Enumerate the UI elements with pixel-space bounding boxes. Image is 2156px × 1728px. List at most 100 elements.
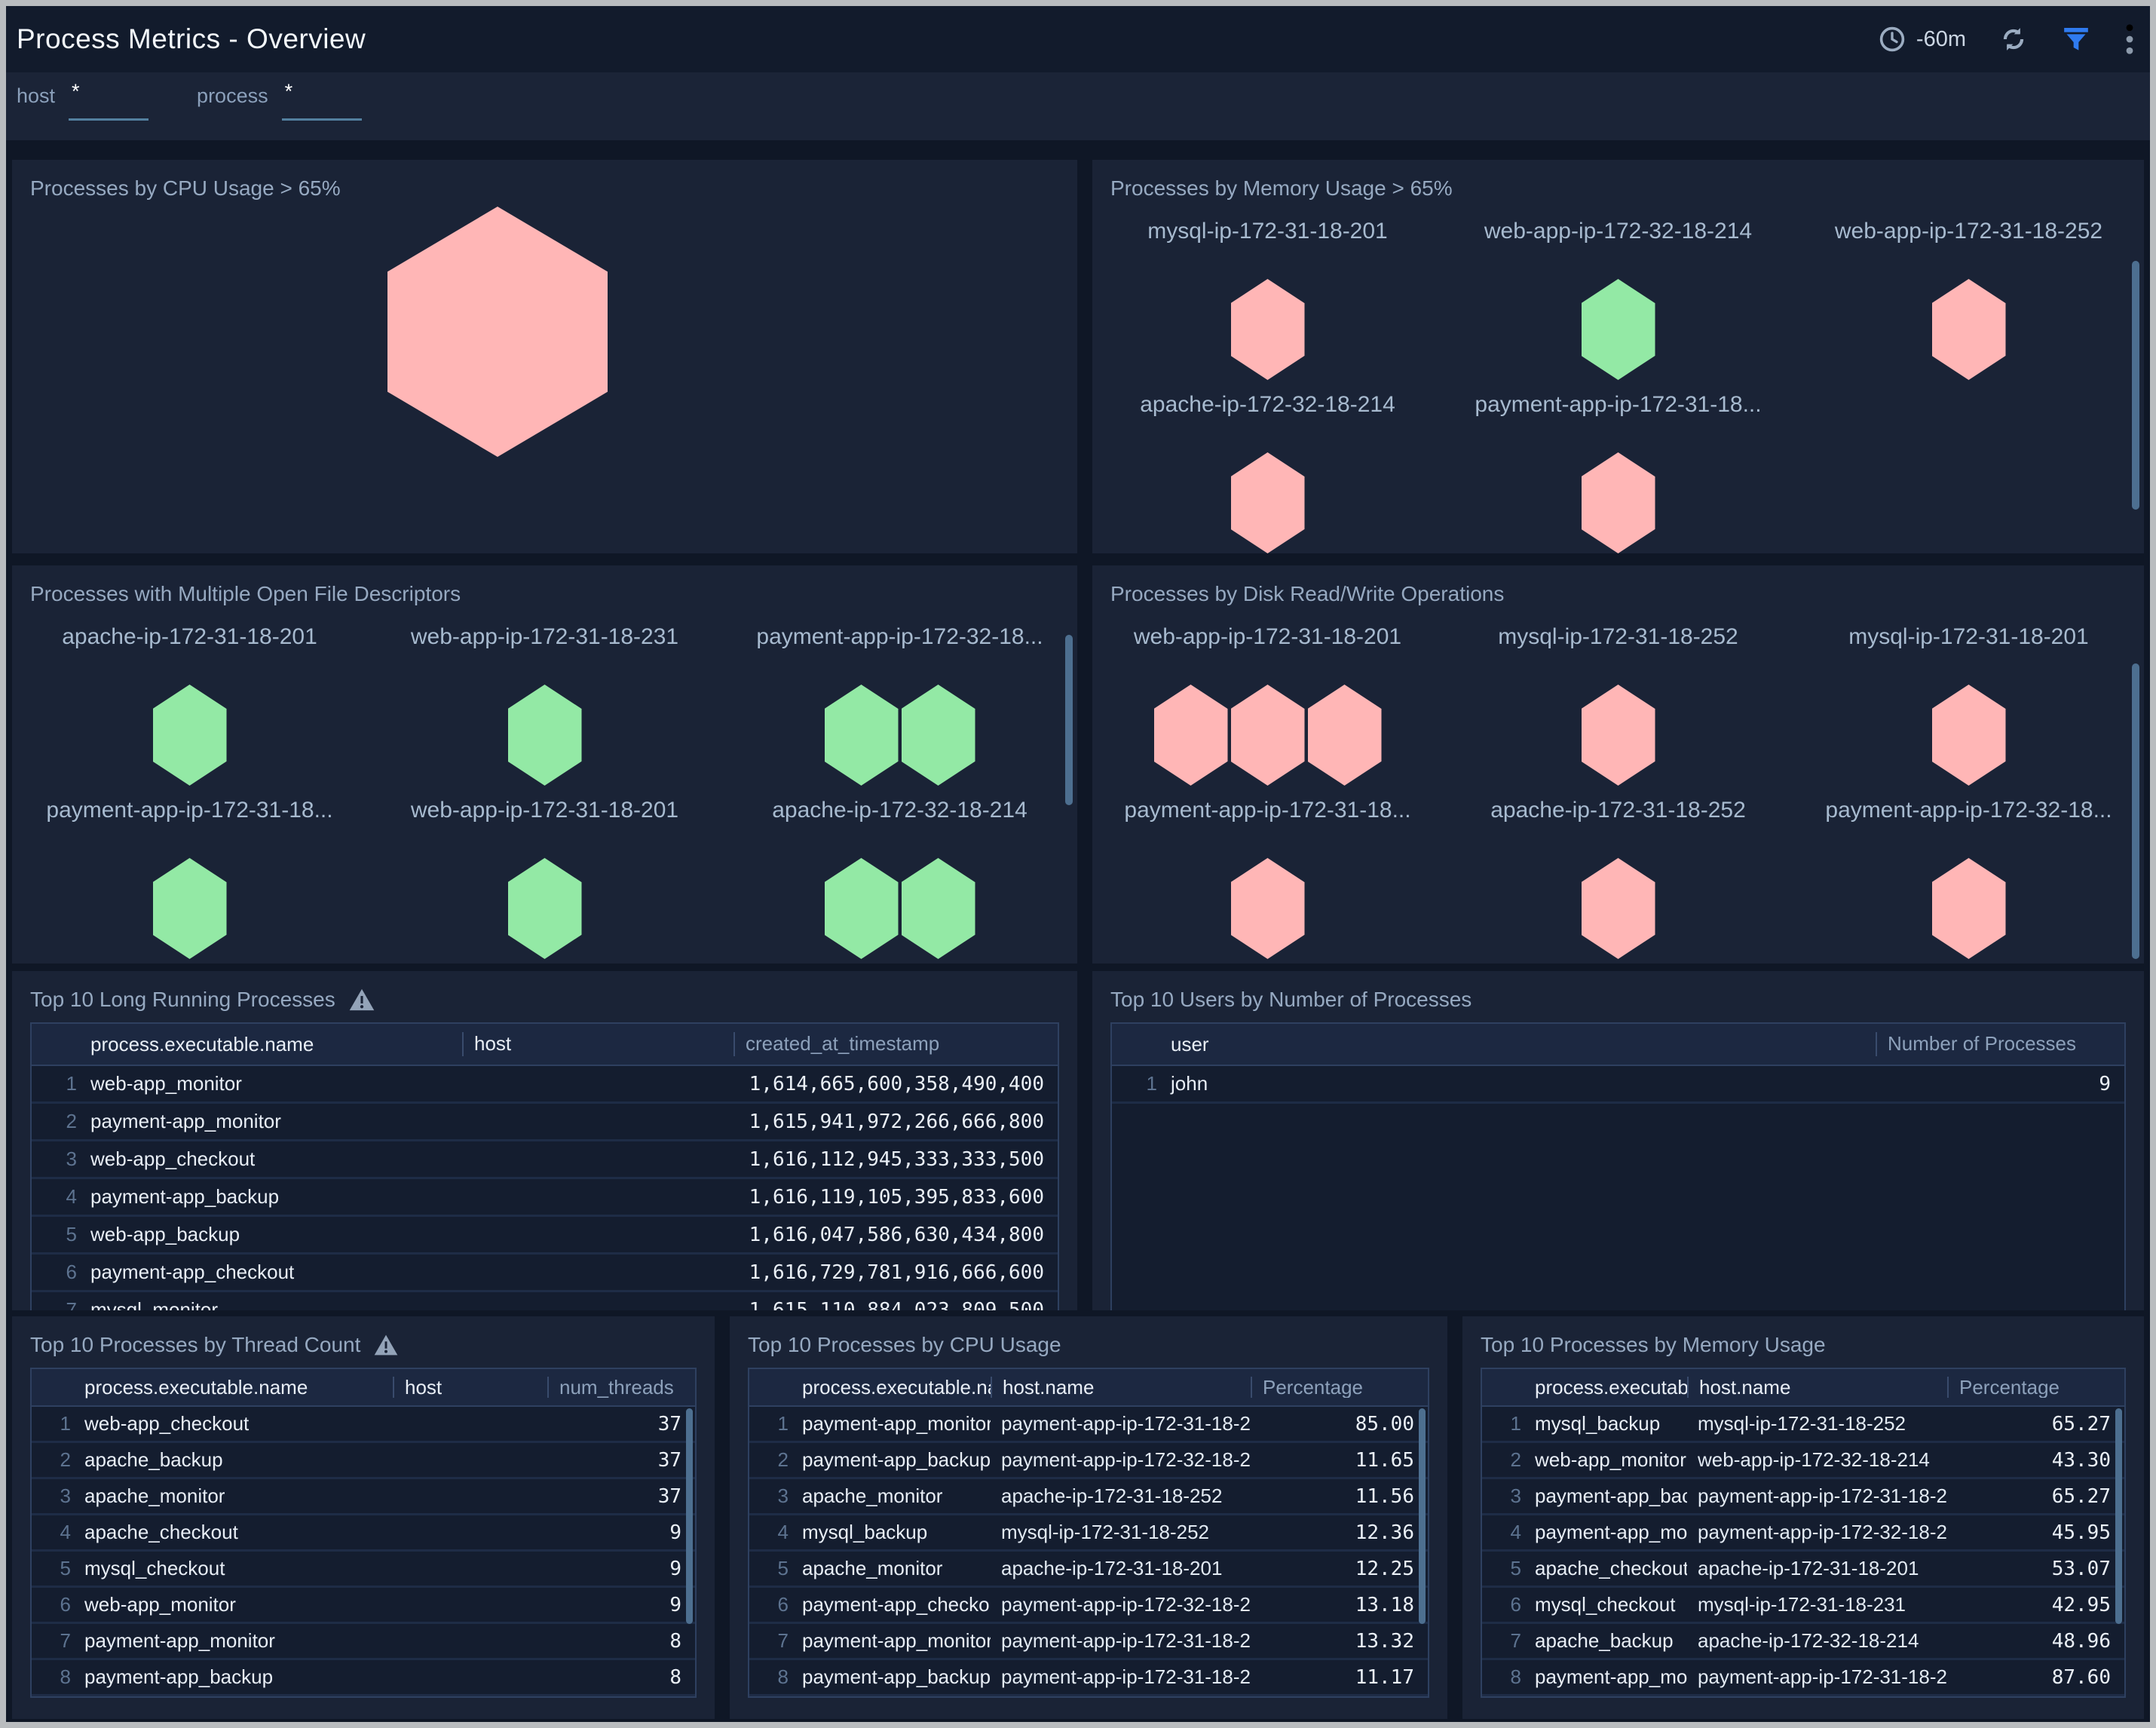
table-row[interactable]: 6web-app_monitor9 — [32, 1588, 695, 1624]
table-row[interactable]: 1web-app_monitor1,614,665,600,358,490,40… — [32, 1066, 1058, 1104]
table-row[interactable]: 5mysql_checkout9 — [32, 1552, 695, 1588]
table-row[interactable]: 1john9 — [1112, 1066, 2124, 1104]
table-cell: 87.60 — [1947, 1666, 2124, 1689]
table-row[interactable]: 3apache_monitorapache-ip-172-31-18-25211… — [749, 1479, 1428, 1515]
table-row[interactable]: 1payment-app_monitorpayment-app-ip-172-3… — [749, 1407, 1428, 1443]
table-row[interactable]: 3apache_monitor37 — [32, 1479, 695, 1515]
hexagon[interactable] — [1154, 685, 1228, 786]
time-range-control[interactable]: -60m — [1879, 26, 1966, 53]
hexagon[interactable] — [902, 685, 975, 786]
column-header[interactable]: process.executable.name — [792, 1376, 991, 1399]
column-header[interactable]: num_threads — [547, 1377, 695, 1399]
table-row[interactable]: 4payment-app_monitorpayment-app-ip-172-3… — [1482, 1515, 2124, 1552]
row-index: 7 — [749, 1629, 792, 1653]
table-row[interactable]: 5apache_checkoutapache-ip-172-31-18-2015… — [1482, 1552, 2124, 1588]
table-row[interactable]: 4payment-app_backup1,616,119,105,395,833… — [32, 1179, 1058, 1217]
table-row[interactable]: 7payment-app_monitor8 — [32, 1624, 695, 1660]
column-header[interactable]: Number of Processes — [1876, 1032, 2124, 1056]
table-row[interactable]: 1mysql_backupmysql-ip-172-31-18-25265.27 — [1482, 1407, 2124, 1443]
column-header[interactable]: process.executable.name — [80, 1033, 462, 1056]
column-header[interactable]: host.name — [991, 1377, 1251, 1399]
hexagon[interactable] — [1932, 279, 2006, 380]
table-row[interactable]: 4apache_checkout9 — [32, 1515, 695, 1552]
table-row[interactable]: 3payment-app_backuppayment-app-ip-172-31… — [1482, 1479, 2124, 1515]
hexagon[interactable] — [508, 685, 582, 786]
panel-title: Top 10 Processes by Thread Count — [30, 1333, 360, 1357]
hexagon[interactable] — [387, 207, 608, 457]
table-row[interactable]: 6payment-app_checkout1,616,729,781,916,6… — [32, 1255, 1058, 1292]
kebab-menu[interactable] — [2124, 23, 2135, 56]
hexagon[interactable] — [1932, 858, 2006, 959]
scrollbar[interactable] — [1065, 635, 1073, 805]
column-header[interactable]: created_at_timestamp — [733, 1032, 1058, 1056]
hexagon[interactable] — [508, 858, 582, 959]
hexagon[interactable] — [1231, 858, 1305, 959]
host-filter-input[interactable]: * — [69, 81, 149, 121]
scrollbar[interactable] — [2132, 261, 2139, 510]
scrollbar[interactable] — [686, 1408, 693, 1624]
table-row[interactable]: 2web-app_monitorweb-app-ip-172-32-18-214… — [1482, 1443, 2124, 1479]
table-row[interactable]: 2apache_backup37 — [32, 1443, 695, 1479]
table-row[interactable]: 4mysql_backupmysql-ip-172-31-18-25212.36 — [749, 1515, 1428, 1552]
table-row[interactable]: 2payment-app_monitor1,615,941,972,266,66… — [32, 1104, 1058, 1141]
table-cell: payment-app-ip-172-31-18-231 — [1687, 1484, 1947, 1508]
warning-icon[interactable] — [374, 1334, 398, 1356]
row-index: 4 — [1482, 1521, 1524, 1544]
table-row[interactable]: 8payment-app_monitorpayment-app-ip-172-3… — [1482, 1660, 2124, 1696]
table-row[interactable]: 7payment-app_monitorpayment-app-ip-172-3… — [749, 1624, 1428, 1660]
hexagon[interactable] — [1582, 452, 1655, 553]
column-header[interactable]: Percentage — [1947, 1377, 2124, 1399]
row-index: 6 — [32, 1593, 74, 1616]
hexagon[interactable] — [825, 685, 899, 786]
hexagon[interactable] — [902, 858, 975, 959]
process-group: payment-app-ip-172-32-18... — [1793, 798, 2144, 959]
process-filter-input[interactable]: * — [282, 81, 362, 121]
process-host-label: apache-ip-172-32-18-214 — [1140, 392, 1395, 418]
table-row[interactable]: 6mysql_checkoutmysql-ip-172-31-18-23142.… — [1482, 1588, 2124, 1624]
hexagon[interactable] — [1231, 279, 1305, 380]
table-cell: 1,615,110,884,023,809,500 — [733, 1299, 1058, 1311]
refresh-button[interactable] — [1999, 25, 2028, 54]
warning-icon[interactable] — [349, 988, 375, 1011]
hexagon[interactable] — [153, 858, 227, 959]
panel-title: Processes with Multiple Open File Descri… — [12, 565, 1077, 612]
filter-bar: host * process * — [6, 72, 2150, 140]
hexagon[interactable] — [1308, 685, 1382, 786]
hexagon[interactable] — [1582, 279, 1655, 380]
hexagon[interactable] — [1932, 685, 2006, 786]
table-row[interactable]: 1web-app_checkout37 — [32, 1407, 695, 1443]
hexagon[interactable] — [1582, 685, 1655, 786]
column-header[interactable]: host.name — [1687, 1377, 1947, 1399]
column-header[interactable]: host — [393, 1377, 547, 1399]
table-row[interactable]: 2payment-app_backuppayment-app-ip-172-32… — [749, 1443, 1428, 1479]
table-row[interactable]: 8payment-app_backup8 — [32, 1660, 695, 1696]
hexagon[interactable] — [1582, 858, 1655, 959]
process-host-label: web-app-ip-172-31-18-201 — [1134, 624, 1401, 650]
table-row[interactable]: 8payment-app_backuppayment-app-ip-172-31… — [749, 1660, 1428, 1696]
table-row[interactable]: 5web-app_backup1,616,047,586,630,434,800 — [32, 1217, 1058, 1255]
column-header[interactable]: process.executable.name — [1524, 1376, 1687, 1399]
table-row[interactable]: 5apache_monitorapache-ip-172-31-18-20112… — [749, 1552, 1428, 1588]
hexagon[interactable] — [1231, 452, 1305, 553]
scrollbar[interactable] — [2132, 663, 2139, 959]
table-header-row: process.executable.namehost.namePercenta… — [1482, 1369, 2124, 1407]
scrollbar[interactable] — [2115, 1408, 2122, 1624]
table-cell: 8 — [547, 1630, 695, 1653]
row-index: 2 — [32, 1110, 80, 1133]
table-row[interactable]: 6payment-app_checkoutpayment-app-ip-172-… — [749, 1588, 1428, 1624]
scrollbar[interactable] — [1419, 1408, 1426, 1624]
hexagon[interactable] — [825, 858, 899, 959]
column-header[interactable]: Percentage — [1251, 1377, 1428, 1399]
row-index: 2 — [1482, 1448, 1524, 1472]
column-header[interactable]: user — [1160, 1033, 1876, 1056]
row-index: 6 — [749, 1593, 792, 1616]
hexagon[interactable] — [1231, 685, 1305, 786]
column-header[interactable]: process.executable.name — [74, 1376, 393, 1399]
column-header[interactable]: host — [462, 1032, 733, 1056]
filter-button[interactable] — [2061, 24, 2091, 54]
process-group: web-app-ip-172-31-18-231 — [367, 624, 722, 786]
table-row[interactable]: 7mysql_monitor1,615,110,884,023,809,500 — [32, 1292, 1058, 1310]
table-row[interactable]: 7apache_backupapache-ip-172-32-18-21448.… — [1482, 1624, 2124, 1660]
hexagon[interactable] — [153, 685, 227, 786]
table-row[interactable]: 3web-app_checkout1,616,112,945,333,333,5… — [32, 1141, 1058, 1179]
